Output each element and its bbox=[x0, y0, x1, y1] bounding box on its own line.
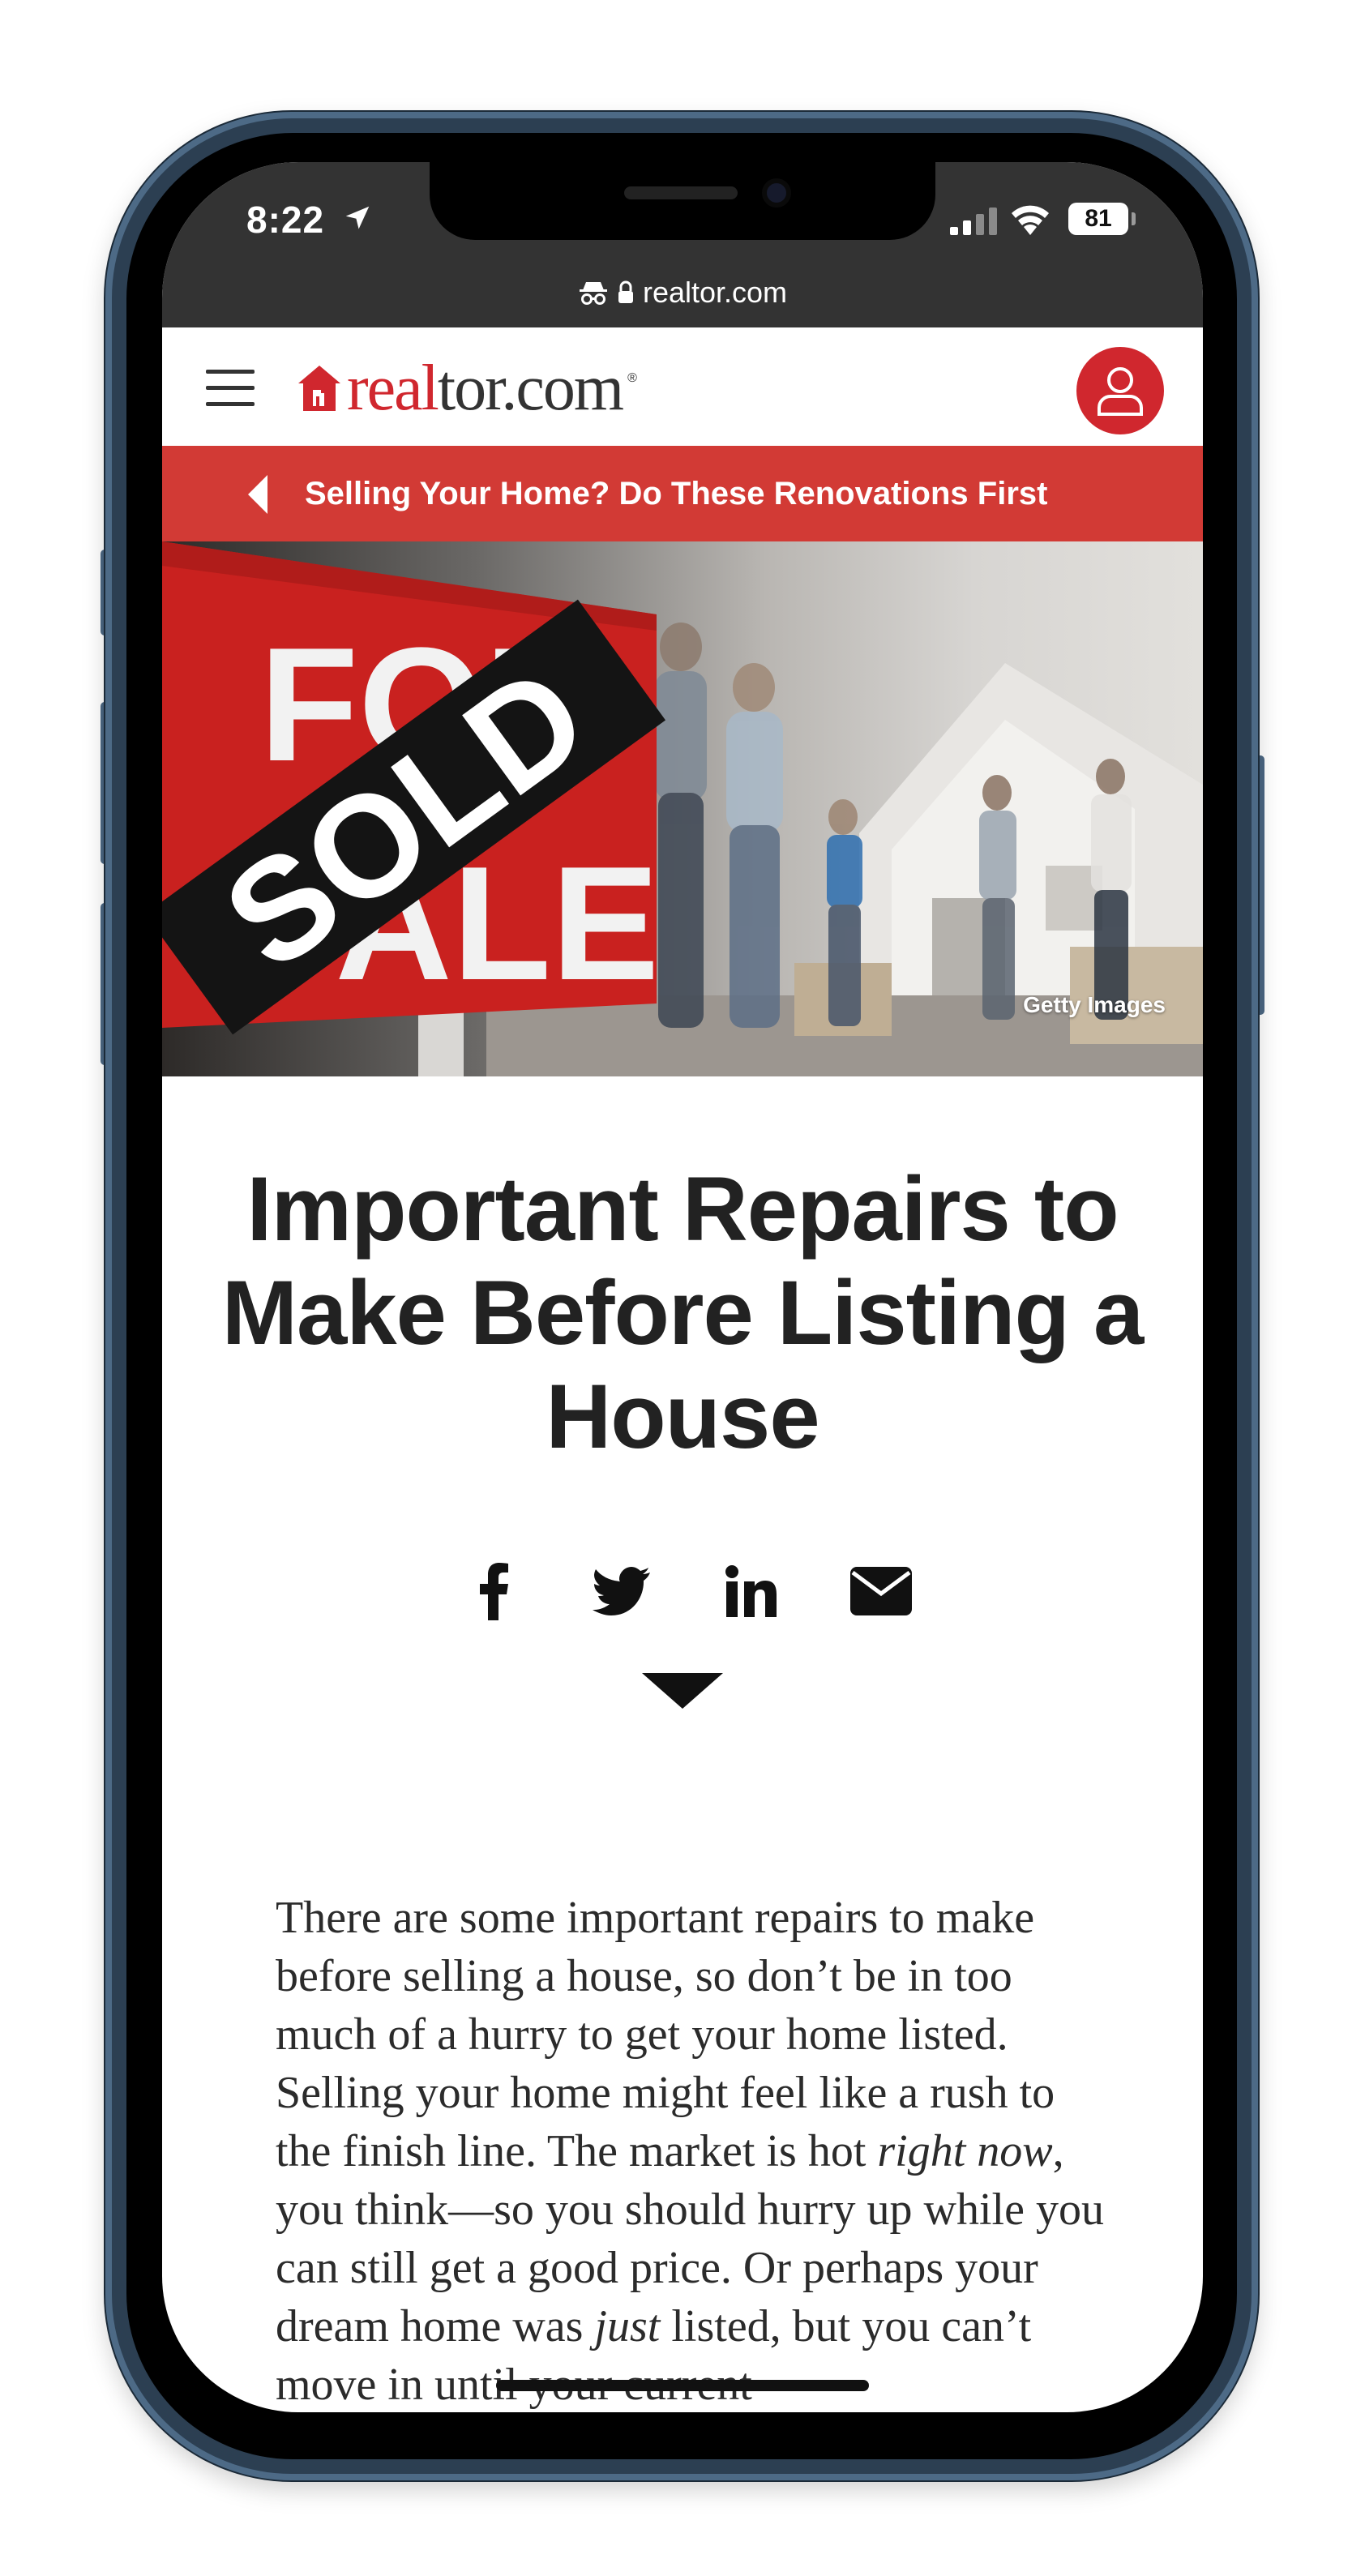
location-arrow-icon bbox=[345, 206, 370, 229]
cellular-signal-icon bbox=[950, 208, 997, 235]
article-title: Important Repairs to Make Before Listing… bbox=[221, 1158, 1145, 1467]
share-linkedin-button[interactable] bbox=[715, 1555, 788, 1628]
earpiece-speaker bbox=[624, 186, 738, 199]
lock-icon bbox=[618, 280, 633, 303]
share-email-button[interactable] bbox=[845, 1555, 918, 1628]
promo-banner-text[interactable]: Selling Your Home? Do These Renovations … bbox=[305, 446, 1047, 541]
body-emphasis: right now bbox=[877, 2126, 1053, 2176]
notch bbox=[430, 162, 935, 240]
logo-wordmark: realtor.com bbox=[347, 353, 624, 424]
promo-banner[interactable]: Selling Your Home? Do These Renovations … bbox=[162, 446, 1203, 541]
photo-credit: Getty Images bbox=[1023, 992, 1166, 1017]
url-text: realtor.com bbox=[642, 276, 788, 309]
house-logo-icon bbox=[298, 366, 340, 411]
share-facebook-button[interactable] bbox=[457, 1555, 530, 1628]
battery-indicator: 81 bbox=[1068, 203, 1128, 235]
hero-image: FOR SALE SOLD Getty Images bbox=[162, 541, 1203, 1076]
wifi-icon bbox=[1012, 205, 1049, 235]
realtor-logo[interactable]: realtor.com ® bbox=[297, 352, 637, 425]
linkedin-icon bbox=[725, 1565, 777, 1617]
private-browsing-icon bbox=[579, 282, 607, 305]
share-toolbar bbox=[457, 1555, 912, 1628]
user-icon bbox=[1098, 367, 1143, 416]
site-header: realtor.com ® bbox=[162, 327, 1203, 446]
expand-caret-icon[interactable] bbox=[642, 1673, 723, 1709]
facebook-icon bbox=[480, 1563, 508, 1620]
back-arrow-icon[interactable] bbox=[248, 475, 269, 514]
logo-tor-com: tor.com bbox=[437, 353, 624, 424]
logo-real: real bbox=[347, 353, 439, 424]
logo-registered-mark: ® bbox=[627, 371, 637, 385]
menu-icon[interactable] bbox=[206, 370, 255, 407]
article-body: There are some important repairs to make… bbox=[276, 1889, 1119, 2412]
body-emphasis: just bbox=[594, 2301, 661, 2351]
home-indicator[interactable] bbox=[496, 2380, 869, 2391]
phone-screen: 8:22 81 realtor.com realtor.com ® Sellin… bbox=[162, 162, 1203, 2412]
twitter-icon bbox=[593, 1567, 650, 1615]
share-twitter-button[interactable] bbox=[585, 1555, 658, 1628]
email-icon bbox=[850, 1567, 912, 1615]
status-time: 8:22 bbox=[246, 199, 325, 241]
article-paragraph: There are some important repairs to make… bbox=[276, 1889, 1119, 2412]
address-bar[interactable]: realtor.com bbox=[162, 269, 1203, 316]
front-camera bbox=[762, 178, 791, 208]
browser-chrome: 8:22 81 realtor.com bbox=[162, 162, 1203, 327]
account-button[interactable] bbox=[1076, 347, 1164, 434]
battery-nub bbox=[1132, 212, 1136, 225]
